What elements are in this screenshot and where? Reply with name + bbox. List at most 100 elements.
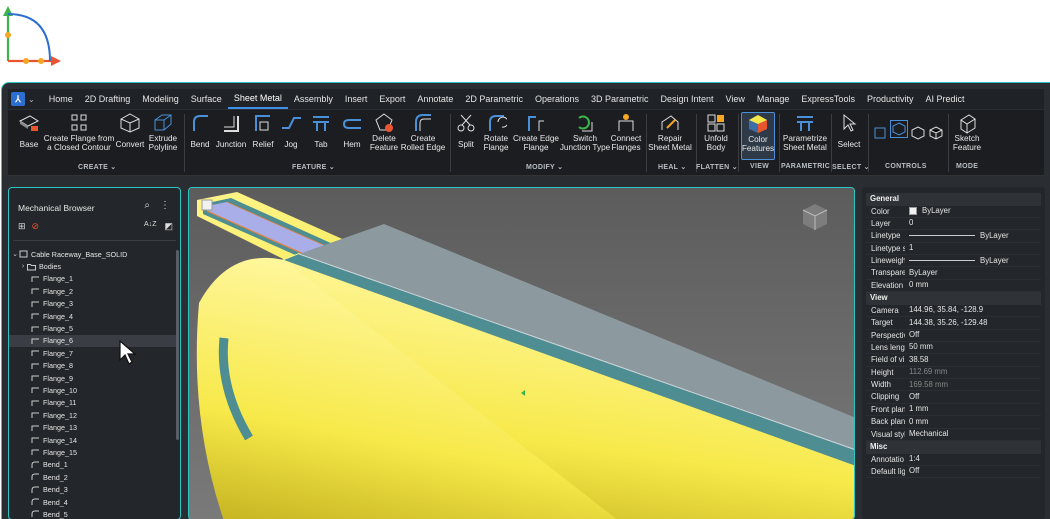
menu-annotate[interactable]: Annotate (411, 89, 459, 109)
menu-surface[interactable]: Surface (185, 89, 228, 109)
control-button-2[interactable] (890, 120, 908, 138)
menu-export[interactable]: Export (373, 89, 411, 109)
menu-home[interactable]: Home (43, 89, 79, 109)
tree-flange-item[interactable]: Flange_11 (9, 397, 177, 409)
property-row[interactable]: Lens lengt 50 mm (866, 342, 1041, 355)
tree-bend-item[interactable]: Bend_3 (9, 483, 177, 495)
property-row[interactable]: Color ByLayer (866, 206, 1041, 218)
tree-flange-item[interactable]: Flange_3 (9, 298, 177, 310)
tree-flange-item[interactable]: Flange_1 (9, 273, 177, 285)
split-button[interactable]: Split (452, 112, 480, 150)
create-edge-flange-button[interactable]: Create Edge Flange (512, 112, 560, 153)
tree-flange-item[interactable]: Flange_5 (9, 322, 177, 334)
property-row[interactable]: Linetype ByLayer (866, 230, 1041, 243)
create-rolled-edge-button[interactable]: Create Rolled Edge (401, 112, 445, 153)
control-button-3[interactable] (910, 122, 926, 145)
scrollbar[interactable] (176, 250, 179, 440)
delete-feature-button[interactable]: Delete Feature (368, 112, 400, 153)
menu-design-intent[interactable]: Design Intent (654, 89, 719, 109)
menu-expresstools[interactable]: ExpressTools (795, 89, 861, 109)
property-row[interactable]: Width 169.58 mm (866, 379, 1041, 392)
property-row[interactable]: Default lig Off (866, 466, 1041, 479)
tree-bend-item[interactable]: Bend_1 (9, 459, 177, 471)
control-button-1[interactable] (872, 122, 888, 145)
tree-flange-item[interactable]: Flange_6 (9, 334, 177, 348)
property-row[interactable]: Transpare ByLayer (866, 267, 1041, 280)
chevron-down-icon[interactable]: ⌄ (11, 250, 19, 258)
menu-operations[interactable]: Operations (529, 89, 585, 109)
menu-3d-parametric[interactable]: 3D Parametric (585, 89, 655, 109)
menu-productivity[interactable]: Productivity (861, 89, 920, 109)
menu-manage[interactable]: Manage (751, 89, 796, 109)
sketch-feature-button[interactable]: Sketch Feature (950, 112, 984, 153)
hem-button[interactable]: Hem (338, 112, 366, 150)
rotate-flange-button[interactable]: Rotate Flange (480, 112, 512, 153)
extrude-polyline-button[interactable]: Extrude Polyline (146, 112, 180, 153)
menu-assembly[interactable]: Assembly (288, 89, 339, 109)
menu-2d-drafting[interactable]: 2D Drafting (79, 89, 137, 109)
property-row[interactable]: Camera 144.96, 35.84, -128.9 (866, 305, 1041, 318)
tab-button[interactable]: Tab (307, 112, 335, 150)
menu-view[interactable]: View (720, 89, 751, 109)
property-row[interactable]: Annotatio 1:4 (866, 454, 1041, 466)
section-general[interactable]: General (866, 193, 1041, 206)
section-view[interactable]: View (866, 292, 1041, 305)
tree-flange-item[interactable]: Flange_8 (9, 360, 177, 372)
color-features-button[interactable]: Color Features (741, 112, 775, 160)
property-row[interactable]: Elevation 0 mm (866, 280, 1041, 293)
tree-bodies[interactable]: › Bodies (9, 260, 177, 272)
convert-button[interactable]: Convert (115, 112, 145, 150)
property-row[interactable]: Front plan 1 mm (866, 404, 1041, 417)
switch-junction-type-button[interactable]: Switch Junction Type (560, 112, 610, 153)
property-row[interactable]: Linetype s 1 (866, 243, 1041, 256)
3d-viewport[interactable] (188, 187, 855, 519)
base-button[interactable]: Base (12, 112, 46, 150)
tree-bend-item[interactable]: Bend_2 (9, 471, 177, 483)
menu-modeling[interactable]: Modeling (136, 89, 185, 109)
property-row[interactable]: Height 112.69 mm (866, 367, 1041, 380)
property-row[interactable]: Field of vi 38.58 (866, 354, 1041, 367)
repair-sheet-metal-button[interactable]: Repair Sheet Metal (648, 112, 692, 153)
chevron-right-icon[interactable]: › (19, 263, 27, 270)
tree-flange-item[interactable]: Flange_4 (9, 310, 177, 322)
tree-flange-item[interactable]: Flange_2 (9, 285, 177, 297)
chevron-down-icon[interactable]: ⌄ (28, 95, 35, 104)
parametrize-sheet-metal-button[interactable]: Parametrize Sheet Metal (780, 112, 830, 153)
property-row[interactable]: Layer 0 (866, 218, 1041, 231)
jog-button[interactable]: Jog (277, 112, 305, 150)
create-flange-closed-contour-button[interactable]: Create Flange from a Closed Contour (44, 112, 114, 153)
control-button-4[interactable] (928, 122, 944, 145)
bend-button[interactable]: Bend (186, 112, 214, 150)
property-row[interactable]: Perspectiv Off (866, 330, 1041, 342)
junction-button[interactable]: Junction (214, 112, 248, 150)
filter-icon[interactable]: ⊘ (32, 221, 40, 232)
tree-flange-item[interactable]: Flange_9 (9, 372, 177, 384)
unfold-body-button[interactable]: Unfold Body (700, 112, 732, 153)
relief-button[interactable]: Relief (249, 112, 277, 150)
tree-flange-item[interactable]: Flange_14 (9, 434, 177, 446)
section-misc[interactable]: Misc (866, 441, 1041, 454)
tree-bend-item[interactable]: Bend_5 (9, 508, 177, 519)
property-row[interactable]: Clipping Off (866, 391, 1041, 404)
tree-structure-icon[interactable]: ⊞ (18, 221, 26, 232)
tree-bend-item[interactable]: Bend_4 (9, 496, 177, 508)
tree-flange-item[interactable]: Flange_15 (9, 446, 177, 458)
search-icon[interactable]: ⌕ (144, 200, 150, 211)
property-row[interactable]: Lineweigh ByLayer (866, 255, 1041, 268)
more-options-icon[interactable]: ⋮ (160, 200, 170, 211)
menu-2d-parametric[interactable]: 2D Parametric (459, 89, 529, 109)
tree-root[interactable]: ⌄ Cable Raceway_Base_SOLID (9, 248, 177, 260)
sort-az-icon[interactable]: A↓Z (144, 221, 156, 232)
property-row[interactable]: Visual styl Mechanical (866, 429, 1041, 442)
tree-flange-item[interactable]: Flange_12 (9, 409, 177, 421)
menu-ai-predict[interactable]: AI Predict (919, 89, 970, 109)
collapse-panel-icon[interactable]: ◩ (164, 221, 173, 232)
app-logo-icon[interactable]: ⅄ (11, 92, 25, 106)
select-button[interactable]: Select (834, 112, 864, 150)
menu-sheet-metal[interactable]: Sheet Metal (227, 89, 288, 109)
property-row[interactable]: Target 144.38, 35.26, -129.48 (866, 317, 1041, 330)
tree-flange-item[interactable]: Flange_10 (9, 384, 177, 396)
connect-flanges-button[interactable]: Connect Flanges (609, 112, 643, 153)
tree-flange-item[interactable]: Flange_13 (9, 421, 177, 433)
menu-insert[interactable]: Insert (339, 89, 374, 109)
